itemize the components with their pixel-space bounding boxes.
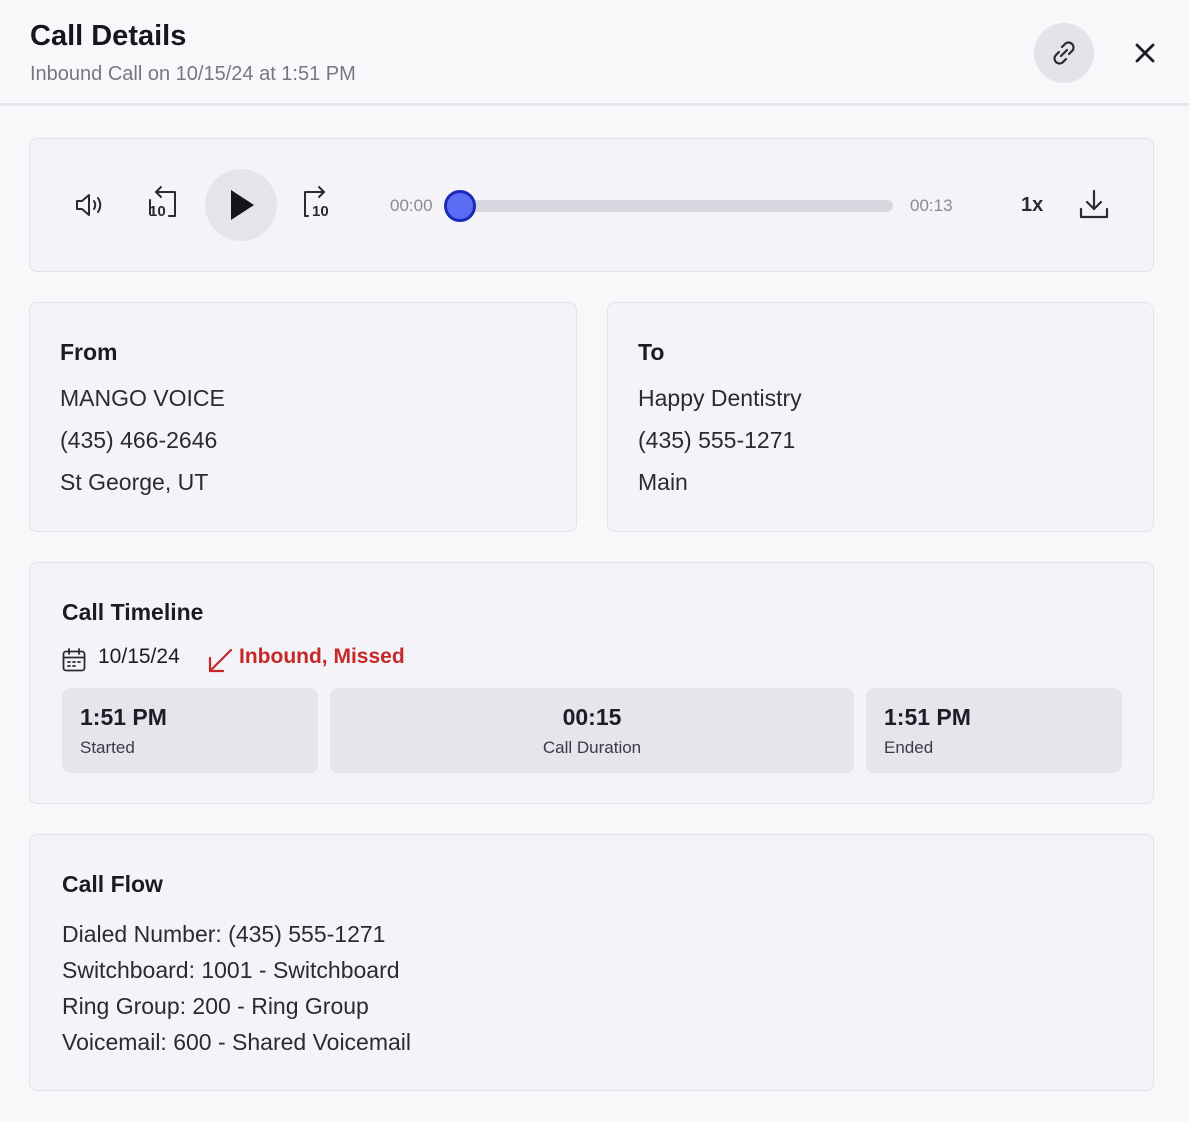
svg-text:10: 10 <box>149 203 166 220</box>
rewind-10-icon: 10 <box>149 186 176 220</box>
ended-box: 1:51 PM Ended <box>866 688 1122 773</box>
current-time: 00:00 <box>390 196 433 215</box>
to-title: To <box>638 339 665 365</box>
play-icon <box>231 190 254 220</box>
duration-label: Call Duration <box>542 738 642 757</box>
call-flow-card: Call Flow Dialed Number: (435) 555-1271 … <box>29 834 1154 1091</box>
to-line: Main <box>638 469 688 495</box>
duration-box: 00:15 Call Duration <box>330 688 854 773</box>
rewind-button[interactable]: 10 <box>142 183 182 227</box>
from-card: From MANGO VOICE (435) 466-2646 St Georg… <box>29 302 577 532</box>
started-time: 1:51 PM <box>80 704 167 730</box>
forward-button[interactable]: 10 <box>298 183 338 227</box>
volume-button[interactable] <box>70 185 110 225</box>
flow-voicemail: Voicemail: 600 - Shared Voicemail <box>62 1029 412 1055</box>
from-title: From <box>60 339 118 365</box>
close-button[interactable] <box>1128 36 1162 70</box>
link-icon <box>1053 41 1075 65</box>
seek-handle[interactable] <box>444 190 476 222</box>
forward-10-icon: 10 <box>304 186 329 220</box>
dialog-subtitle: Inbound Call on 10/15/24 at 1:51 PM <box>30 63 356 85</box>
timeline-title: Call Timeline <box>62 599 204 625</box>
calendar-icon <box>62 648 86 672</box>
started-label: Started <box>80 738 135 757</box>
copy-link-button[interactable] <box>1034 23 1094 83</box>
from-location: St George, UT <box>60 469 209 495</box>
from-name: MANGO VOICE <box>60 385 225 411</box>
total-time: 00:13 <box>910 196 953 215</box>
flow-title: Call Flow <box>62 871 163 897</box>
ended-time: 1:51 PM <box>884 704 971 730</box>
ended-label: Ended <box>884 738 934 757</box>
dialog-header: Call Details Inbound Call on 10/15/24 at… <box>0 0 1189 106</box>
download-icon <box>1079 189 1109 219</box>
play-button[interactable] <box>205 169 277 241</box>
flow-ring-group: Ring Group: 200 - Ring Group <box>62 993 369 1019</box>
to-name: Happy Dentistry <box>638 385 802 411</box>
close-icon <box>1135 43 1155 63</box>
call-status: Inbound, Missed <box>239 645 405 668</box>
to-card: To Happy Dentistry (435) 555-1271 Main <box>607 302 1154 532</box>
to-phone: (435) 555-1271 <box>638 427 796 453</box>
dialog-title: Call Details <box>30 20 187 52</box>
from-phone: (435) 466-2646 <box>60 427 218 453</box>
svg-text:10: 10 <box>312 203 329 220</box>
flow-switchboard: Switchboard: 1001 - Switchboard <box>62 957 400 983</box>
call-duration: 00:15 <box>562 704 622 730</box>
call-timeline-card: Call Timeline 10/15/24 Inbound, Missed 1… <box>29 562 1154 804</box>
missed-call-arrow-icon <box>208 648 233 673</box>
volume-icon <box>76 194 102 216</box>
flow-dialed-number: Dialed Number: (435) 555-1271 <box>62 921 386 947</box>
started-box: 1:51 PM Started <box>62 688 318 773</box>
playback-speed-button[interactable]: 1x <box>1021 194 1043 217</box>
audio-player: 10 10 00:00 00:13 1x <box>29 138 1154 272</box>
call-date: 10/15/24 <box>98 645 180 668</box>
download-button[interactable] <box>1074 185 1114 225</box>
seek-track[interactable] <box>460 200 893 212</box>
